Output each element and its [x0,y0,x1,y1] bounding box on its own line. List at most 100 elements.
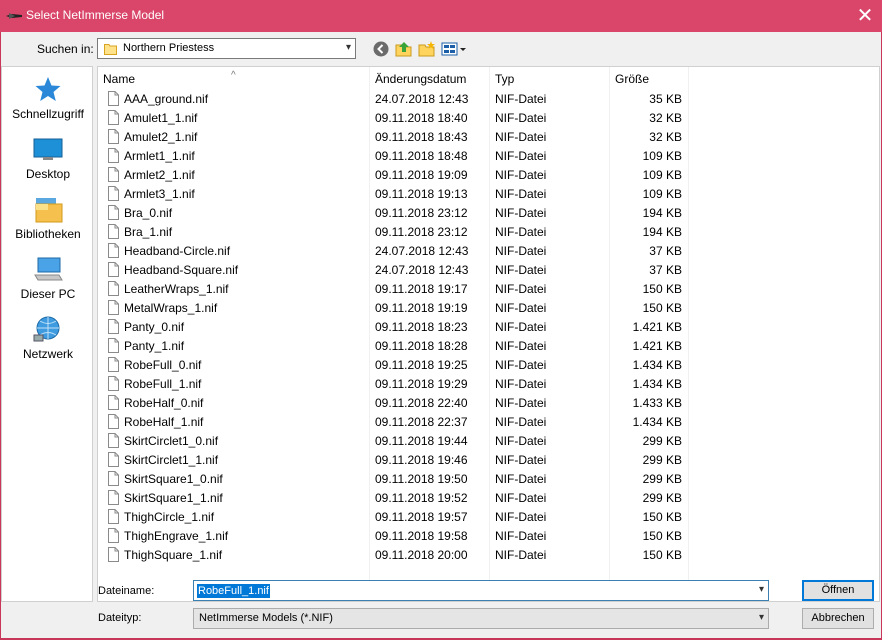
column-header-name[interactable]: Name ^ [98,67,370,91]
file-icon [108,186,119,201]
file-row[interactable]: Armlet1_1.nif 09.11.2018 18:48 NIF-Datei 10… [98,147,689,166]
file-row[interactable]: SkirtSquare1_0.nif 09.11.2018 19:50 NIF-Da… [98,470,689,489]
place-quick-access[interactable]: Schnellzugriff [2,75,94,131]
close-button[interactable]: ✕ [848,0,882,32]
file-row[interactable]: Bra_1.nif 09.11.2018 23:12 NIF-Datei 194 KB [98,223,689,242]
place-label: Desktop [25,167,71,181]
look-in-dropdown[interactable]: Northern Priestess ▾ [97,38,356,59]
star-icon [35,77,61,101]
places-bar: Schnellzugriff Desktop Bibliotheken Dies… [1,66,93,602]
chevron-down-icon: ▾ [758,584,764,595]
file-name: SkirtSquare1_0.nif [124,472,223,486]
up-folder-button[interactable] [394,40,414,58]
column-header-date[interactable]: Änderungsdatum [370,67,490,91]
file-list[interactable]: Name ^ Änderungsdatum Typ Größe AAA_grou… [97,66,880,602]
file-icon [108,148,119,163]
column-header-size[interactable]: Größe [610,67,689,91]
filename-input[interactable]: RobeFull_1.nif ▾ [193,580,769,601]
file-icon [108,395,119,410]
file-icon [108,129,119,144]
file-size: 194 KB [642,206,682,220]
file-size: 150 KB [642,529,682,543]
back-button[interactable] [371,40,391,58]
file-row[interactable]: Headband-Square.nif 24.07.2018 12:43 NIF-D… [98,261,689,280]
filetype-value: NetImmerse Models (*.NIF) [199,612,333,624]
desktop-icon [33,138,63,160]
app-icon [6,13,22,19]
file-row[interactable]: SkirtSquare1_1.nif 09.11.2018 19:52 NIF-Da… [98,489,689,508]
new-folder-button[interactable] [417,40,437,58]
place-network[interactable]: Netzwerk [2,315,94,371]
file-row[interactable]: Headband-Circle.nif 24.07.2018 12:43 NIF-D… [98,242,689,261]
file-date: 24.07.2018 12:43 [375,92,469,106]
file-date: 09.11.2018 19:13 [375,187,468,201]
file-row[interactable]: Armlet2_1.nif 09.11.2018 19:09 NIF-Datei 10… [98,166,689,185]
file-type: NIF-Datei [495,548,547,562]
file-size: 1.434 KB [632,377,682,391]
file-row[interactable]: RobeHalf_0.nif 09.11.2018 22:40 NIF-Datei 1… [98,394,689,413]
place-libraries[interactable]: Bibliotheken [2,195,94,251]
file-row[interactable]: LeatherWraps_1.nif 09.11.2018 19:17 NIF-Da… [98,280,689,299]
sort-ascending-icon: ^ [231,70,236,81]
file-row[interactable]: SkirtCirclet1_1.nif 09.11.2018 19:46 NIF-D… [98,451,689,470]
file-icon [108,414,119,429]
file-size: 32 KB [649,111,682,125]
file-row[interactable]: ThighSquare_1.nif 09.11.2018 20:00 NIF-Dat… [98,546,689,565]
file-date: 09.11.2018 18:40 [375,111,468,125]
column-header-label: Größe [615,72,650,86]
column-header-type[interactable]: Typ [490,67,610,91]
file-row[interactable]: Bra_0.nif 09.11.2018 23:12 NIF-Datei 194 KB [98,204,689,223]
file-row[interactable]: Amulet2_1.nif 09.11.2018 18:43 NIF-Datei 32… [98,128,689,147]
file-icon [108,433,119,448]
file-date: 09.11.2018 18:23 [375,320,468,334]
file-type: NIF-Datei [495,396,547,410]
open-button[interactable]: Öffnen [802,580,874,601]
chevron-down-icon: ▾ [758,612,764,623]
file-date: 24.07.2018 12:43 [375,263,469,277]
view-menu-button[interactable] [441,40,467,58]
file-type: NIF-Datei [495,434,547,448]
column-header-label: Änderungsdatum [375,72,467,86]
file-row[interactable]: Armlet3_1.nif 09.11.2018 19:13 NIF-Datei 10… [98,185,689,204]
cancel-button[interactable]: Abbrechen [802,608,874,629]
file-date: 09.11.2018 23:12 [375,206,468,220]
file-icon [108,243,119,258]
place-this-pc[interactable]: Dieser PC [2,255,94,311]
file-date: 09.11.2018 19:17 [375,282,468,296]
file-type: NIF-Datei [495,92,547,106]
file-icon [108,452,119,467]
file-type: NIF-Datei [495,149,547,163]
file-row[interactable]: RobeFull_1.nif 09.11.2018 19:29 NIF-Datei 1… [98,375,689,394]
file-type: NIF-Datei [495,225,547,239]
file-size: 109 KB [642,187,682,201]
file-row[interactable]: Panty_0.nif 09.11.2018 18:23 NIF-Datei 1.42… [98,318,689,337]
computer-icon [34,257,63,281]
file-row[interactable]: Panty_1.nif 09.11.2018 18:28 NIF-Datei 1.42… [98,337,689,356]
file-type: NIF-Datei [495,339,547,353]
file-date: 09.11.2018 22:37 [375,415,468,429]
file-name: Headband-Square.nif [124,263,239,277]
file-name: Panty_1.nif [124,339,185,353]
file-row[interactable]: RobeHalf_1.nif 09.11.2018 22:37 NIF-Datei 1… [98,413,689,432]
file-row[interactable]: Amulet1_1.nif 09.11.2018 18:40 NIF-Datei 32… [98,109,689,128]
file-row[interactable]: AAA_ground.nif 24.07.2018 12:43 NIF-Datei 3… [98,90,689,109]
look-in-label: Suchen in: [37,42,94,56]
file-icon [108,338,119,353]
close-icon: ✕ [856,5,874,27]
file-row[interactable]: SkirtCirclet1_0.nif 09.11.2018 19:44 NIF-D… [98,432,689,451]
file-row[interactable]: MetalWraps_1.nif 09.11.2018 19:19 NIF-Date… [98,299,689,318]
file-type: NIF-Datei [495,111,547,125]
file-type: NIF-Datei [495,472,547,486]
file-icon [108,91,119,106]
file-name: Armlet2_1.nif [124,168,195,182]
file-row[interactable]: ThighCircle_1.nif 09.11.2018 19:57 NIF-Dat… [98,508,689,527]
file-name: SkirtSquare1_1.nif [124,491,223,505]
file-size: 37 KB [649,244,682,258]
file-row[interactable]: ThighEngrave_1.nif 09.11.2018 19:58 NIF-Da… [98,527,689,546]
file-icon [108,300,119,315]
file-row[interactable]: RobeFull_0.nif 09.11.2018 19:25 NIF-Datei 1… [98,356,689,375]
place-label: Schnellzugriff [12,107,84,121]
place-desktop[interactable]: Desktop [2,135,94,191]
filetype-select[interactable]: NetImmerse Models (*.NIF) ▾ [193,608,769,629]
file-type: NIF-Datei [495,282,547,296]
